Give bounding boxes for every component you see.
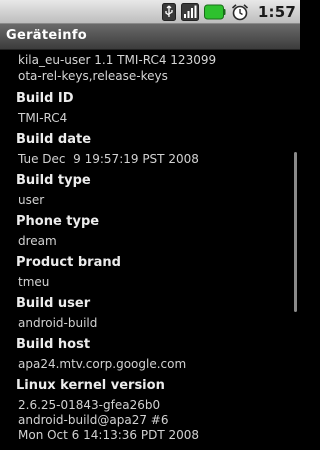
battery-icon — [203, 4, 226, 20]
field-phone-type[interactable]: Phone type dream — [16, 213, 282, 249]
field-label: Phone type — [16, 214, 100, 229]
field-label: Build user — [16, 296, 91, 311]
status-clock: 1:57 — [257, 3, 296, 21]
alarm-icon — [231, 3, 249, 21]
scrollbar[interactable] — [294, 152, 297, 312]
field-value: dream — [18, 234, 57, 248]
field-value: android-build — [18, 316, 98, 330]
field-value: apa24.mtv.corp.google.com — [18, 357, 187, 371]
field-kernel-version[interactable]: Linux kernel version 2.6.25-01843-gfea26… — [16, 377, 282, 443]
field-label: Build type — [16, 173, 91, 188]
field-label: Build host — [16, 337, 91, 352]
page-title: Geräteinfo — [6, 28, 87, 43]
signal-icon — [180, 3, 199, 21]
device-info-list[interactable]: kila_eu-user 1.1 TMI-RC4 123099 ota-rel-… — [0, 50, 300, 450]
field-value: TMI-RC4 — [18, 111, 68, 125]
field-value: Tue Dec 9 19:57:19 PST 2008 — [18, 152, 199, 166]
field-value: android-build@apa27 #6 — [18, 413, 169, 427]
field-build-type[interactable]: Build type user — [16, 172, 282, 208]
field-label: Product brand — [16, 255, 121, 270]
field-value: tmeu — [18, 275, 50, 289]
field-build-user[interactable]: Build user android-build — [16, 295, 282, 331]
build-fingerprint: kila_eu-user 1.1 TMI-RC4 123099 ota-rel-… — [18, 52, 216, 84]
fingerprint-line: ota-rel-keys,release-keys — [18, 69, 168, 83]
field-value: 2.6.25-01843-gfea26b0 — [18, 398, 161, 412]
usb-icon — [161, 3, 176, 21]
field-label: Linux kernel version — [16, 378, 165, 393]
field-build-date[interactable]: Build date Tue Dec 9 19:57:19 PST 2008 — [16, 131, 282, 167]
fingerprint-line: kila_eu-user 1.1 TMI-RC4 123099 — [18, 53, 217, 67]
field-product-brand[interactable]: Product brand tmeu — [16, 254, 282, 290]
field-build-host[interactable]: Build host apa24.mtv.corp.google.com — [16, 336, 282, 372]
status-bar: 1:57 — [0, 0, 300, 24]
field-value: Mon Oct 6 14:13:36 PDT 2008 — [18, 428, 199, 442]
status-icons: 1:57 — [161, 2, 296, 22]
field-value: user — [18, 193, 45, 207]
title-bar: Geräteinfo — [0, 24, 300, 50]
field-build-id[interactable]: Build ID TMI-RC4 — [16, 90, 282, 126]
field-label: Build date — [16, 132, 92, 147]
field-label: Build ID — [16, 91, 74, 106]
